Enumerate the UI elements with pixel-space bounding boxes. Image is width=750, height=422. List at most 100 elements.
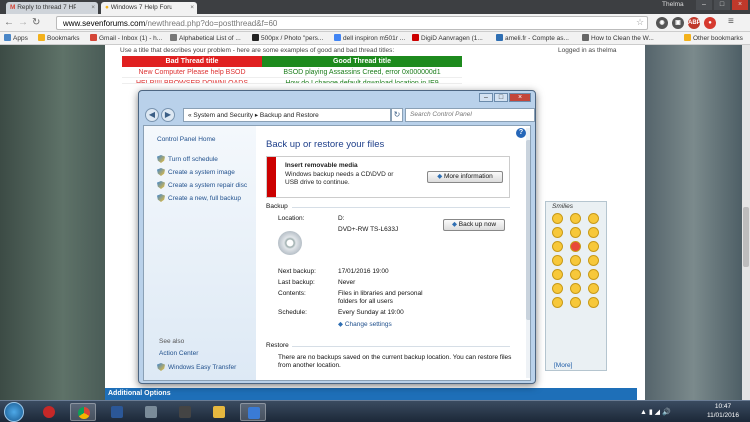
smiley-icon[interactable]: [588, 227, 599, 238]
google-icon: [334, 34, 341, 41]
action-center-link[interactable]: Action Center: [159, 350, 198, 357]
smiley-icon[interactable]: [552, 255, 563, 266]
left-pane: Control Panel Home Turn off schedule Cre…: [144, 126, 256, 380]
divider: [292, 207, 510, 208]
scrollbar-thumb[interactable]: [743, 207, 749, 267]
bad-example: New Computer Please help BSOD: [138, 69, 246, 76]
page-scrollbar[interactable]: [742, 45, 750, 400]
notice-title: Insert removable media: [285, 162, 358, 169]
smiley-icon[interactable]: [570, 283, 581, 294]
smiley-icon[interactable]: [552, 297, 563, 308]
bookmark-ameli[interactable]: ameli.fr - Compte as...: [496, 34, 578, 42]
bookmark-gmail[interactable]: Gmail - Inbox (1) - h...: [90, 34, 166, 42]
explorer-icon[interactable]: [206, 403, 232, 421]
maximize-icon[interactable]: □: [714, 0, 730, 10]
bookmark-apps[interactable]: Apps: [4, 34, 28, 42]
close-icon[interactable]: ×: [732, 0, 748, 10]
smiley-icon[interactable]: [570, 213, 581, 224]
url-path: /newthread.php?do=postthread&f=60: [145, 19, 278, 28]
profile-name[interactable]: Thelma: [662, 1, 684, 8]
smiley-icon[interactable]: [588, 283, 599, 294]
shield-icon: ◆: [437, 173, 445, 180]
search-input[interactable]: Search Control Panel: [405, 108, 535, 122]
turn-off-schedule-link[interactable]: Turn off schedule: [157, 155, 218, 163]
bookmark-500px[interactable]: 500px / Photo "pers...: [252, 34, 328, 42]
media-app-icon[interactable]: [172, 403, 198, 421]
smiley-icon[interactable]: [552, 241, 563, 252]
back-icon[interactable]: ←: [4, 17, 14, 28]
removable-media-notice: Insert removable media Windows backup ne…: [266, 156, 510, 198]
last-backup-value: Never: [338, 279, 356, 286]
smiley-icon[interactable]: [570, 227, 581, 238]
change-settings-link[interactable]: ◆ Change settings: [338, 320, 392, 328]
easy-transfer-link[interactable]: Windows Easy Transfer: [157, 363, 236, 371]
clock[interactable]: 10:47 11/01/2016: [700, 402, 746, 420]
smiley-icon[interactable]: [552, 213, 563, 224]
desktop-app-icon[interactable]: [138, 403, 164, 421]
smiley-icon[interactable]: [588, 269, 599, 280]
smiley-icon[interactable]: [570, 269, 581, 280]
minimize-icon[interactable]: –: [479, 93, 493, 102]
start-button[interactable]: [4, 402, 24, 422]
more-information-button[interactable]: ◆ More information: [427, 171, 503, 183]
smiley-icon[interactable]: [552, 227, 563, 238]
control-panel-icon[interactable]: [240, 403, 266, 421]
close-icon[interactable]: ×: [509, 93, 531, 102]
bookmark-alphabetical[interactable]: Alphabetical List of ...: [170, 34, 248, 42]
smilies-more-link[interactable]: [More]: [554, 362, 572, 369]
dialog-scrollbar-thumb[interactable]: [526, 140, 530, 320]
control-panel-home-link[interactable]: Control Panel Home: [157, 136, 216, 143]
url-input[interactable]: www.sevenforums.com/newthread.php?do=pos…: [56, 16, 648, 30]
folder-icon: [684, 34, 691, 41]
minimize-icon[interactable]: –: [696, 0, 712, 10]
chrome-icon[interactable]: [70, 403, 96, 421]
smiley-icon[interactable]: [588, 213, 599, 224]
smiley-icon[interactable]: [552, 269, 563, 280]
ladybug-app-icon[interactable]: [36, 403, 62, 421]
page-icon: [170, 34, 177, 41]
dialog-scrollbar[interactable]: [526, 128, 530, 378]
dialog-body: Control Panel Home Turn off schedule Cre…: [143, 125, 531, 381]
restore-header: Restore: [266, 342, 289, 349]
smiley-icon[interactable]: [588, 297, 599, 308]
menu-icon[interactable]: ≡: [728, 16, 734, 27]
abp-icon[interactable]: ABP: [688, 17, 701, 29]
angry-smiley-icon[interactable]: [570, 241, 581, 252]
refresh-icon[interactable]: ↻: [391, 108, 403, 122]
bookmark-digid[interactable]: DigiD Aanvragen (1...: [412, 34, 488, 42]
back-icon[interactable]: ◀: [145, 108, 159, 122]
bookmark-dell[interactable]: dell inspiron m501r ...: [334, 34, 410, 42]
create-repair-disc-link[interactable]: Create a system repair disc: [157, 181, 247, 189]
create-system-image-link[interactable]: Create a system image: [157, 168, 235, 176]
500px-icon: [252, 34, 259, 41]
smiley-icon[interactable]: [570, 255, 581, 266]
browser-tab-reply[interactable]: M Reply to thread 7 HP x64 ×: [6, 2, 98, 14]
close-tab-icon[interactable]: ×: [91, 4, 95, 11]
bookmark-other[interactable]: Other bookmarks: [684, 34, 743, 42]
bookmark-bookmarks[interactable]: Bookmarks: [38, 34, 80, 42]
ext-dark-icon[interactable]: ▣: [672, 17, 684, 29]
reload-icon[interactable]: ↻: [32, 17, 40, 28]
title-hint: Use a title that describes your problem …: [120, 47, 395, 54]
breadcrumb[interactable]: « System and Security ▸ Backup and Resto…: [183, 108, 391, 122]
create-full-backup-link[interactable]: Create a new, full backup: [157, 194, 241, 202]
smiley-icon[interactable]: [588, 241, 599, 252]
help-icon[interactable]: ?: [516, 128, 526, 138]
ext-red-icon[interactable]: ●: [704, 17, 716, 29]
smiley-icon[interactable]: [552, 283, 563, 294]
star-icon[interactable]: ☆: [636, 17, 644, 28]
smiley-icon[interactable]: [588, 255, 599, 266]
system-tray[interactable]: ▲ ▮ ◢ 🔊: [640, 408, 671, 416]
last-backup-label: Last backup:: [278, 279, 315, 286]
forward-icon[interactable]: ▶: [161, 108, 175, 122]
close-tab-icon[interactable]: ×: [190, 4, 194, 11]
forward-icon[interactable]: →: [18, 17, 28, 28]
additional-options-bar[interactable]: Additional Options: [105, 388, 637, 400]
smiley-icon[interactable]: [570, 297, 581, 308]
ext-grey-icon[interactable]: ◉: [656, 17, 668, 29]
bookmark-howto[interactable]: How to Clean the W...: [582, 34, 662, 42]
back-up-now-button[interactable]: ◆ Back up now: [443, 219, 505, 231]
maximize-icon[interactable]: □: [494, 93, 508, 102]
word-icon[interactable]: [104, 403, 130, 421]
browser-tab-sevenforums[interactable]: ● Windows 7 Help Forums×: [101, 2, 197, 14]
